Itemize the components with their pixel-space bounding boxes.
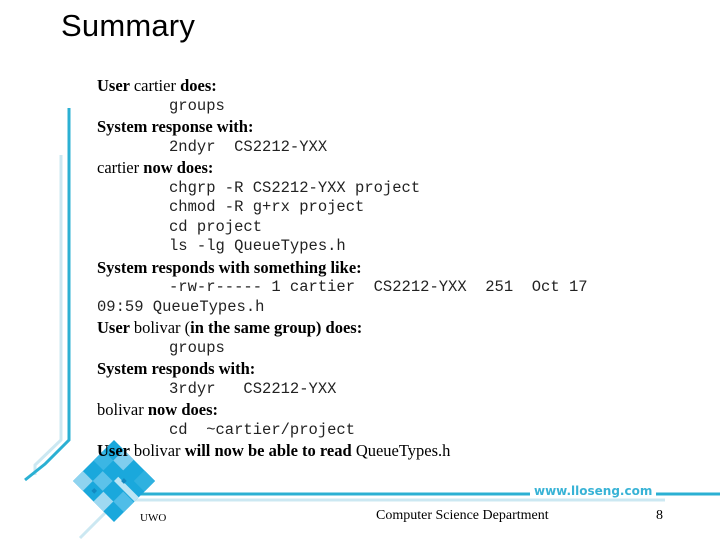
body-text-line: bolivar now does:: [97, 399, 697, 421]
code-line: chgrp -R CS2212-YXX project: [169, 178, 421, 197]
bold-text: User: [97, 441, 134, 460]
bold-text: System responds with:: [97, 359, 256, 378]
slide-title: Summary: [61, 8, 196, 43]
border-line-light: [33, 155, 63, 475]
body-text-line: User bolivar (in the same group) does:: [97, 317, 697, 339]
code-line: 2ndyr CS2212-YXX: [169, 137, 328, 156]
body-text-line: System response with:: [97, 116, 697, 138]
bold-text: now does:: [143, 158, 214, 177]
code-line: -rw-r----- 1 cartier CS2212-YXX 251 Oct …: [169, 278, 588, 296]
code-line: 09:59 QueueTypes.h: [97, 297, 265, 316]
regular-text: cartier: [133, 76, 181, 95]
border-line-bottom-light: [78, 498, 665, 540]
code-line: 3rdyr CS2212-YXX: [169, 379, 337, 398]
code-line: groups: [169, 338, 225, 357]
regular-text: bolivar (: [133, 318, 191, 337]
footer-url: www.lloseng.com: [530, 484, 657, 498]
footer-institution: UWO: [140, 512, 167, 524]
regular-text: bolivar: [97, 400, 148, 419]
bold-text: will now be able to read: [184, 441, 356, 460]
body-text-line: User cartier does:: [97, 75, 697, 97]
bold-text: User: [97, 76, 134, 95]
code-line: cd ~cartier/project: [169, 420, 356, 439]
code-line: groups: [169, 96, 225, 115]
body-text-line: System responds with:: [97, 358, 697, 380]
bold-text: System responds with something like:: [97, 257, 362, 277]
page-number: 8: [656, 508, 663, 523]
body-text-line: cartier now does:: [97, 157, 697, 179]
bold-text: System response with:: [97, 117, 254, 136]
code-line: cd project: [169, 217, 263, 236]
body-text-line: System responds with something like:: [97, 257, 697, 279]
footer-department: Computer Science Department: [376, 508, 549, 523]
regular-text: QueueTypes.h: [355, 441, 451, 460]
bold-text: User: [97, 318, 134, 337]
bold-text: does:: [180, 76, 217, 95]
bold-text: in the same group) does:: [190, 318, 363, 337]
regular-text: cartier: [97, 158, 144, 177]
bold-text: now does:: [147, 400, 219, 419]
code-line: ls -lg QueueTypes.h: [169, 237, 346, 255]
slide-body: User cartier does: groups System response …: [97, 75, 697, 462]
regular-text: bolivar: [133, 441, 185, 460]
body-text-line: User bolivar will now be able to read Qu…: [97, 440, 697, 462]
code-line: chmod -R g+rx project: [169, 198, 365, 216]
